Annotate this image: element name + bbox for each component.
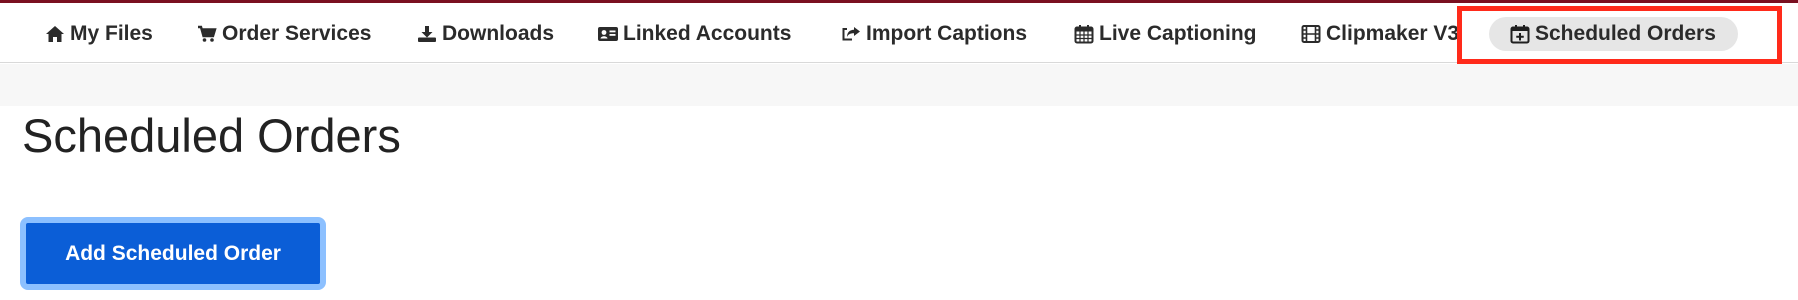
nav-item-label: Import Captions — [866, 22, 1027, 45]
nav-item-scheduled-orders[interactable]: Scheduled Orders — [1489, 17, 1738, 51]
film-icon — [1300, 23, 1322, 45]
download-icon — [416, 23, 438, 45]
sub-header-bar — [0, 64, 1798, 106]
nav-item-import-captions[interactable]: Import Captions — [840, 17, 1027, 51]
nav-item-label: Live Captioning — [1099, 22, 1257, 45]
add-scheduled-order-button[interactable]: Add Scheduled Order — [20, 217, 326, 290]
nav-item-live-captioning[interactable]: Live Captioning — [1073, 17, 1257, 51]
page-title: Scheduled Orders — [22, 109, 401, 162]
nav-item-downloads[interactable]: Downloads — [416, 17, 554, 51]
share-icon — [840, 23, 862, 45]
nav-item-label: Linked Accounts — [623, 22, 792, 45]
calendar-icon — [1073, 23, 1095, 45]
nav-item-label: Downloads — [442, 22, 555, 45]
top-navigation-bar: My Files Order Services Downloads Linked… — [0, 3, 1798, 63]
nav-item-clipmaker-v3[interactable]: Clipmaker V3 — [1300, 17, 1459, 51]
nav-item-label: Clipmaker V3 — [1326, 22, 1460, 45]
nav-item-linked-accounts[interactable]: Linked Accounts — [597, 17, 791, 51]
nav-item-label: My Files — [70, 22, 153, 45]
nav-item-my-files[interactable]: My Files — [44, 17, 153, 51]
nav-item-label: Scheduled Orders — [1535, 22, 1716, 45]
nav-item-label: Order Services — [222, 22, 372, 45]
calendar-plus-icon — [1509, 23, 1531, 45]
home-icon — [44, 23, 66, 45]
cart-icon — [196, 23, 218, 45]
nav-item-order-services[interactable]: Order Services — [196, 17, 371, 51]
id-card-icon — [597, 23, 619, 45]
